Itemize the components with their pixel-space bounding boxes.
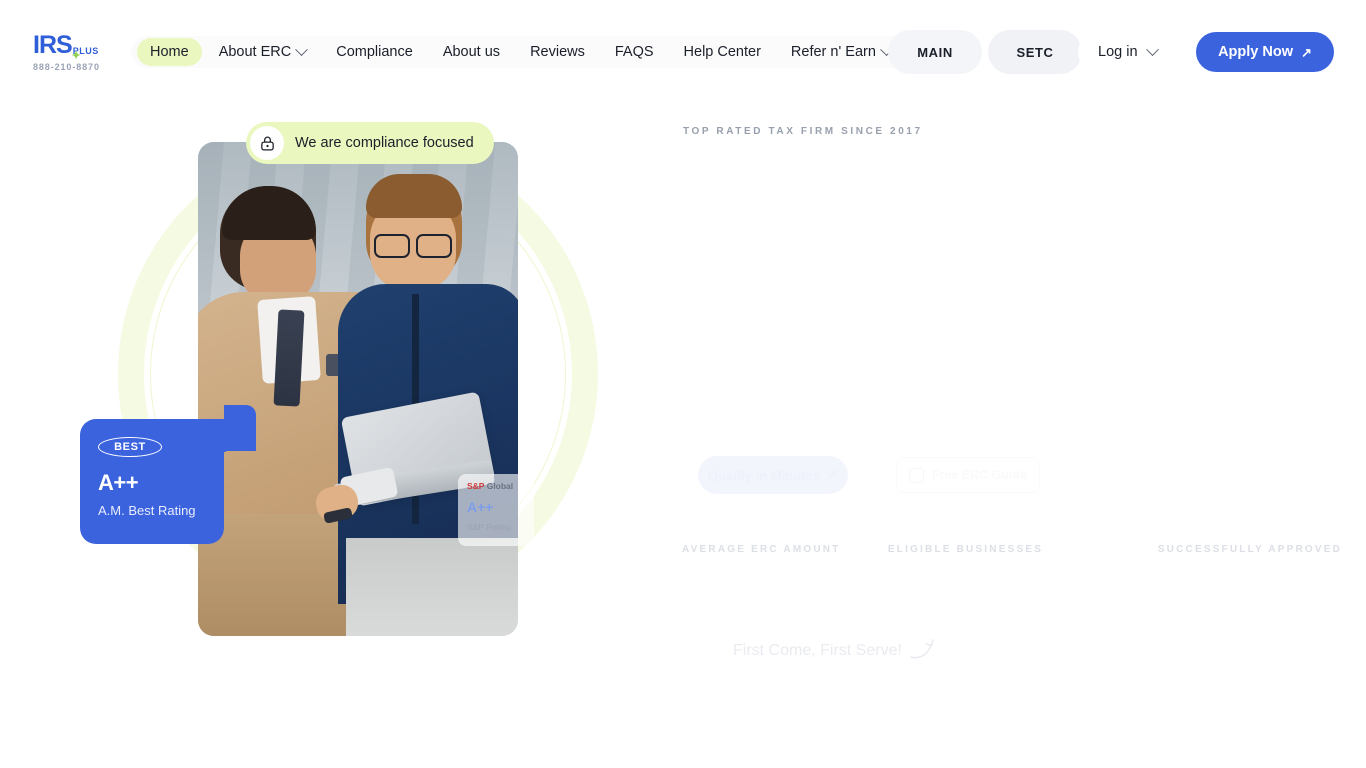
apply-now-button[interactable]: Apply Now ↗	[1196, 32, 1334, 72]
logo-text: IRS	[33, 31, 73, 59]
phone-number[interactable]: 888-210-8870	[33, 62, 143, 72]
sp-global-label: S&P Rating	[467, 521, 511, 532]
sp-brand-global: Global	[486, 481, 514, 491]
apply-now-label: Apply Now	[1218, 44, 1293, 60]
glasses-icon	[374, 234, 452, 258]
sp-global-logo: S&P Global	[467, 482, 525, 491]
cta-primary-label: Qualify in Minutes	[708, 467, 821, 483]
person-a-tie	[273, 309, 305, 407]
arrow-up-right-icon: ↗	[1301, 44, 1312, 60]
nav-item-help-center[interactable]: Help Center	[671, 38, 774, 66]
nav-item-about-us[interactable]: About us	[430, 38, 513, 66]
nav-label: Help Center	[683, 44, 761, 60]
am-best-rating-card: BEST A++ A.M. Best Rating	[80, 419, 224, 544]
nav-label: Home	[150, 44, 189, 60]
person-b-trousers	[346, 538, 518, 636]
qualify-in-minutes-button[interactable]: Qualify in Minutes ↗	[698, 456, 848, 494]
nav-item-faqs[interactable]: FAQS	[602, 38, 667, 66]
person-b-hair	[366, 174, 462, 218]
lock-icon	[250, 126, 284, 160]
sp-global-rating-card: S&P Global A++ S&P Rating	[458, 474, 534, 546]
site-switcher: MAIN SETC	[888, 30, 1082, 74]
logo-mark: IRS ✦ PLUS	[33, 31, 143, 62]
login-label: Log in	[1098, 44, 1138, 60]
hero-eyebrow: TOP RATED TAX FIRM SINCE 2017	[683, 126, 923, 137]
nav-label: Compliance	[336, 44, 413, 60]
curved-arrow-icon	[910, 639, 934, 659]
compliance-badge: We are compliance focused	[246, 122, 494, 164]
stat-label: SUCCESSFULLY APPROVED	[1157, 544, 1343, 555]
stat-successfully-approved: SUCCESSFULLY APPROVED	[1054, 544, 1342, 555]
logo[interactable]: IRS ✦ PLUS 888-210-8870	[33, 31, 143, 73]
stat-eligible-businesses: ELIGIBLE BUSINESSES	[848, 544, 1054, 555]
segment-main-button[interactable]: MAIN	[888, 30, 982, 74]
hero-stats: AVERAGE ERC AMOUNT ELIGIBLE BUSINESSES S…	[682, 544, 1342, 555]
hero-visual: We are compliance focused BEST A++ A.M. …	[0, 104, 660, 704]
nav-item-about-erc[interactable]: About ERC	[206, 38, 320, 66]
sp-global-grade: A++	[467, 498, 494, 515]
segment-setc-button[interactable]: SETC	[988, 30, 1082, 74]
arrow-up-right-icon: ↗	[827, 467, 838, 482]
sparkle-icon: ✦	[71, 50, 80, 62]
compliance-badge-label: We are compliance focused	[295, 135, 474, 151]
hero-content: TOP RATED TAX FIRM SINCE 2017 Qualify in…	[660, 104, 1366, 704]
nav-label: Refer n' Earn	[790, 44, 876, 60]
hero-photo	[198, 142, 518, 636]
am-best-card-notch	[212, 405, 256, 452]
nav-item-reviews[interactable]: Reviews	[517, 38, 598, 66]
chevron-down-icon	[1145, 42, 1159, 56]
stat-label: ELIGIBLE BUSINESSES	[887, 544, 1044, 555]
stat-label: AVERAGE ERC AMOUNT	[682, 544, 841, 555]
nav-item-refer-n-earn[interactable]: Refer n' Earn	[778, 38, 904, 66]
nav-item-compliance[interactable]: Compliance	[323, 38, 426, 66]
play-video-icon	[908, 467, 924, 483]
stat-average-erc-amount: AVERAGE ERC AMOUNT	[682, 544, 848, 555]
nav-label: About us	[442, 44, 501, 60]
nav-label: About ERC	[218, 44, 292, 60]
nav-item-home[interactable]: Home	[137, 38, 202, 66]
cta-secondary-label: Free ERC Guide	[931, 468, 1028, 482]
first-come-first-serve-label: First Come, First Serve!	[733, 642, 902, 659]
am-best-logo: BEST	[98, 437, 162, 457]
main-navigation: Home About ERC Compliance About us Revie…	[131, 36, 910, 68]
am-best-label: A.M. Best Rating	[98, 503, 196, 518]
chevron-down-icon	[295, 42, 309, 56]
hero-cta-row: Qualify in Minutes ↗ Free ERC Guide	[698, 456, 1040, 494]
site-header: IRS ✦ PLUS 888-210-8870 Home About ERC C…	[0, 0, 1366, 104]
first-come-first-serve-note: First Come, First Serve!	[733, 626, 938, 660]
free-erc-guide-button[interactable]: Free ERC Guide	[896, 457, 1040, 493]
sp-brand-mark: S&P	[467, 481, 485, 491]
login-button[interactable]: Log in	[1078, 30, 1177, 74]
nav-label: Reviews	[530, 44, 585, 60]
am-best-grade: A++	[98, 470, 139, 495]
nav-label: FAQS	[614, 44, 654, 60]
